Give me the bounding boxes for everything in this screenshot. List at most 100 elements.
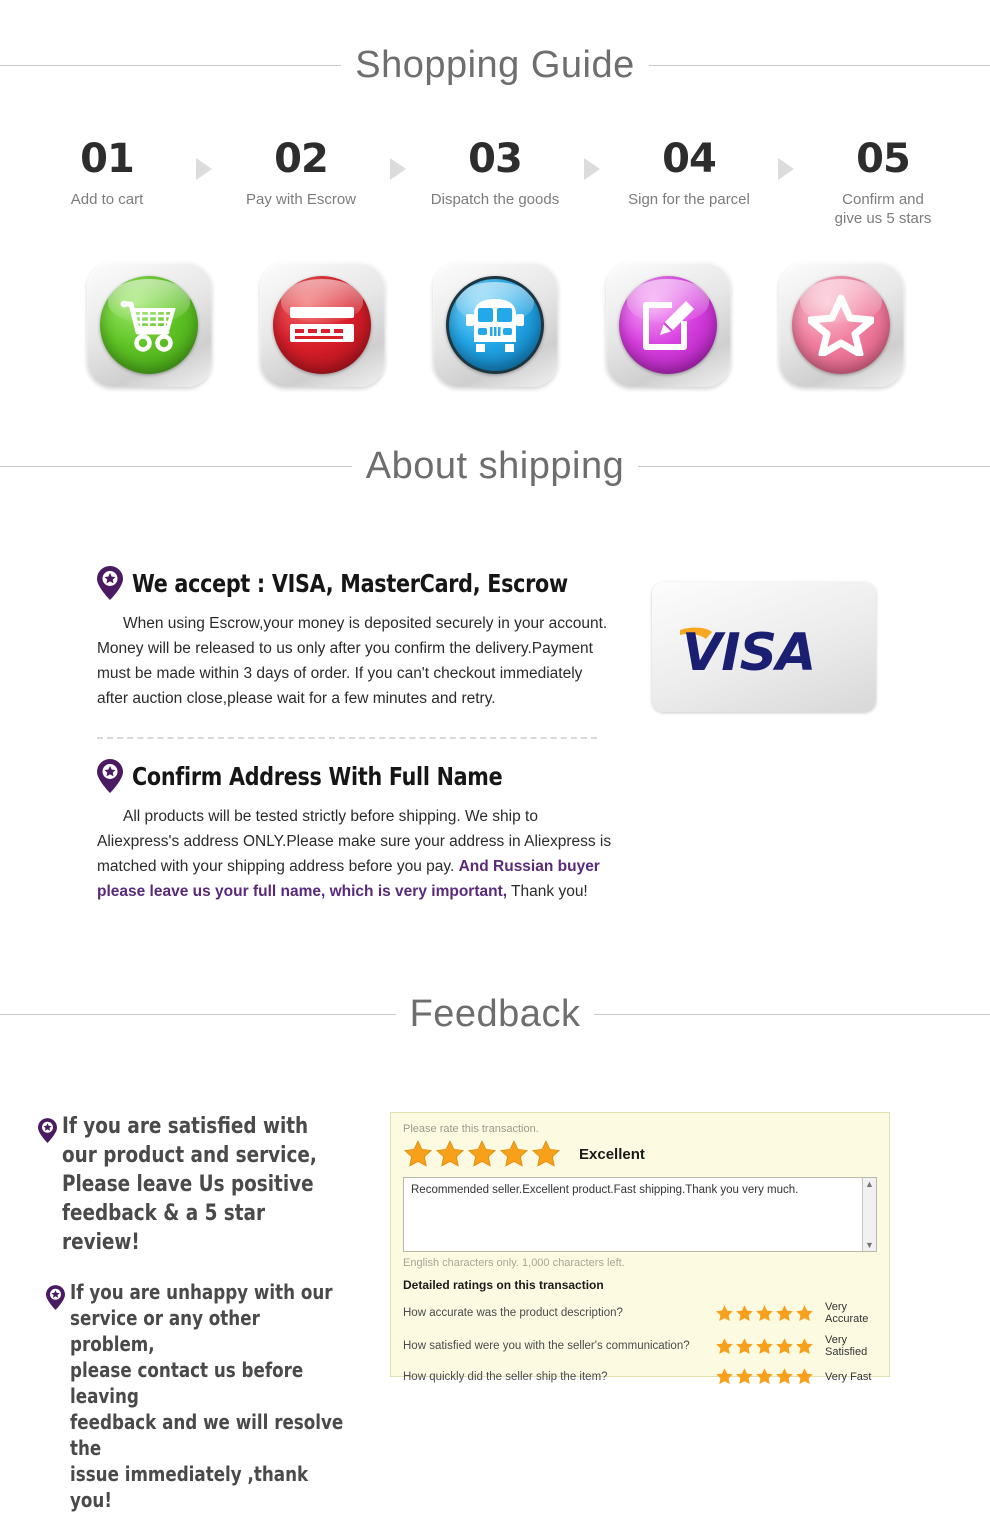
feedback-unhappy-text: If you are unhappy with our service or a…	[70, 1280, 344, 1512]
feedback-rating-panel: Please rate this transaction. Excellent …	[390, 1112, 890, 1385]
steps-row: 01 Add to cart 02 Pay with Escrow 03 Dis…	[0, 136, 990, 228]
overall-rating-row: Excellent	[403, 1139, 877, 1169]
section-divider	[97, 737, 597, 739]
shipping-text-column: We accept : VISA, MasterCard, Escrow Whe…	[0, 566, 620, 904]
visa-logo-card: VISA	[652, 582, 876, 712]
overall-rating-label: Excellent	[579, 1145, 645, 1163]
detailed-rating-question: How satisfied were you with the seller's…	[403, 1340, 690, 1352]
feedback-text-column: If you are satisfied with our product an…	[0, 1112, 370, 1513]
credit-card-icon	[273, 275, 371, 374]
star-icon[interactable]	[795, 1367, 814, 1386]
star-icon[interactable]	[531, 1139, 561, 1169]
star-icon[interactable]	[775, 1304, 794, 1323]
review-text: Recommended seller.Excellent product.Fas…	[411, 1184, 799, 1196]
feedback-unhappy-block: If you are unhappy with our service or a…	[38, 1279, 370, 1513]
section-header-about-shipping: About shipping	[0, 445, 990, 488]
step-label: Confirm and give us 5 stars	[834, 191, 932, 227]
star-icon[interactable]	[467, 1139, 497, 1169]
page-title: Shopping Guide	[355, 44, 635, 86]
rate-prompt-label: Please rate this transaction.	[403, 1123, 539, 1135]
escrow-paragraph: When using Escrow,your money is deposite…	[97, 615, 608, 707]
star-icon[interactable]	[735, 1304, 754, 1323]
svg-text:VISA: VISA	[682, 623, 815, 682]
star-icon[interactable]	[499, 1139, 529, 1169]
step-arrow-icon-3	[575, 158, 609, 180]
address-paragraph: All products will be tested strictly bef…	[97, 804, 617, 904]
we-accept-heading: We accept : VISA, MasterCard, Escrow	[97, 566, 620, 600]
map-pin-star-icon	[46, 1285, 65, 1310]
icon-slot-2	[236, 262, 409, 387]
star-icon[interactable]	[775, 1337, 794, 1356]
step-5: 05 Confirm and give us 5 stars	[803, 136, 963, 228]
header-rule-left	[0, 466, 352, 467]
step-label: Sign for the parcel	[628, 191, 750, 208]
star-icon[interactable]	[755, 1367, 774, 1386]
detailed-rating-row: How satisfied were you with the seller's…	[403, 1334, 877, 1358]
map-pin-star-icon	[97, 759, 123, 793]
step-label: Dispatch the goods	[430, 191, 560, 208]
header-rule-left	[0, 65, 342, 66]
star-icon[interactable]	[775, 1367, 794, 1386]
header-rule-left	[0, 1014, 396, 1015]
section-header-feedback: Feedback	[0, 993, 990, 1036]
feedback-content: If you are satisfied with our product an…	[0, 1112, 990, 1513]
detailed-rating-stars[interactable]	[715, 1304, 825, 1323]
confirm-address-heading: Confirm Address With Full Name	[97, 759, 620, 793]
step-number: 04	[662, 136, 717, 182]
section-header-shopping-guide: Shopping Guide	[0, 44, 990, 87]
detailed-rating-value: Very Accurate	[825, 1301, 869, 1325]
detailed-rating-row: How quickly did the seller ship the item…	[403, 1367, 877, 1386]
step-number: 01	[80, 136, 135, 182]
detailed-rating-value: Very Satisfied	[825, 1334, 868, 1358]
we-accept-heading-text: We accept : VISA, MasterCard, Escrow	[132, 568, 568, 598]
icon-slot-5	[755, 262, 928, 387]
star-icon[interactable]	[755, 1304, 774, 1323]
star-icon[interactable]	[795, 1304, 814, 1323]
detailed-rating-value: Very Fast	[825, 1370, 872, 1383]
header-rule-right	[638, 466, 990, 467]
star-icon[interactable]	[403, 1139, 433, 1169]
feedback-positive-text: If you are satisfied with our product an…	[62, 1114, 317, 1255]
detailed-rating-stars[interactable]	[715, 1337, 825, 1356]
step-icon-button-5	[778, 262, 904, 387]
step-number: 02	[274, 136, 329, 182]
payment-logo-column: VISA	[620, 566, 990, 904]
star-icon[interactable]	[735, 1367, 754, 1386]
review-textarea[interactable]: Recommended seller.Excellent product.Fas…	[403, 1177, 877, 1252]
step-arrow-icon-1	[187, 158, 221, 180]
star-icon	[792, 275, 890, 374]
step-label: Pay with Escrow	[245, 191, 357, 208]
visa-logo-icon: VISA	[680, 623, 816, 682]
feedback-positive-block: If you are satisfied with our product an…	[38, 1112, 370, 1257]
star-icon[interactable]	[795, 1337, 814, 1356]
star-icon[interactable]	[435, 1139, 465, 1169]
detailed-rating-question: How accurate was the product description…	[403, 1307, 623, 1319]
star-icon[interactable]	[715, 1337, 734, 1356]
step-icon-button-3	[432, 262, 558, 387]
detailed-rating-stars[interactable]	[715, 1367, 825, 1386]
step-icon-button-4	[605, 262, 731, 387]
icon-slot-4	[582, 262, 755, 387]
star-icon[interactable]	[715, 1367, 734, 1386]
step-label: Add to cart	[70, 191, 144, 208]
detailed-ratings-title: Detailed ratings on this transaction	[403, 1278, 604, 1292]
step-icon-button-2	[259, 262, 385, 387]
star-icon[interactable]	[715, 1304, 734, 1323]
icon-slot-1	[63, 262, 236, 387]
step-3: 03 Dispatch the goods	[415, 136, 575, 209]
map-pin-star-icon	[38, 1118, 57, 1143]
detailed-rating-row: How accurate was the product description…	[403, 1301, 877, 1325]
confirm-address-heading-text: Confirm Address With Full Name	[132, 761, 503, 791]
step-arrow-icon-4	[769, 158, 803, 180]
star-icon[interactable]	[755, 1337, 774, 1356]
header-rule-right	[594, 1014, 990, 1015]
edit-pencil-icon	[619, 275, 717, 374]
textarea-scrollbar[interactable]: ▲ ▼	[862, 1178, 876, 1251]
star-icon[interactable]	[735, 1337, 754, 1356]
step-1: 01 Add to cart	[27, 136, 187, 209]
scroll-down-arrow-icon[interactable]: ▼	[865, 1239, 874, 1251]
scroll-up-arrow-icon[interactable]: ▲	[865, 1178, 874, 1190]
character-count-note: English characters only. 1,000 character…	[403, 1257, 625, 1269]
map-pin-star-icon	[97, 566, 123, 600]
shipping-content: We accept : VISA, MasterCard, Escrow Whe…	[0, 566, 990, 904]
